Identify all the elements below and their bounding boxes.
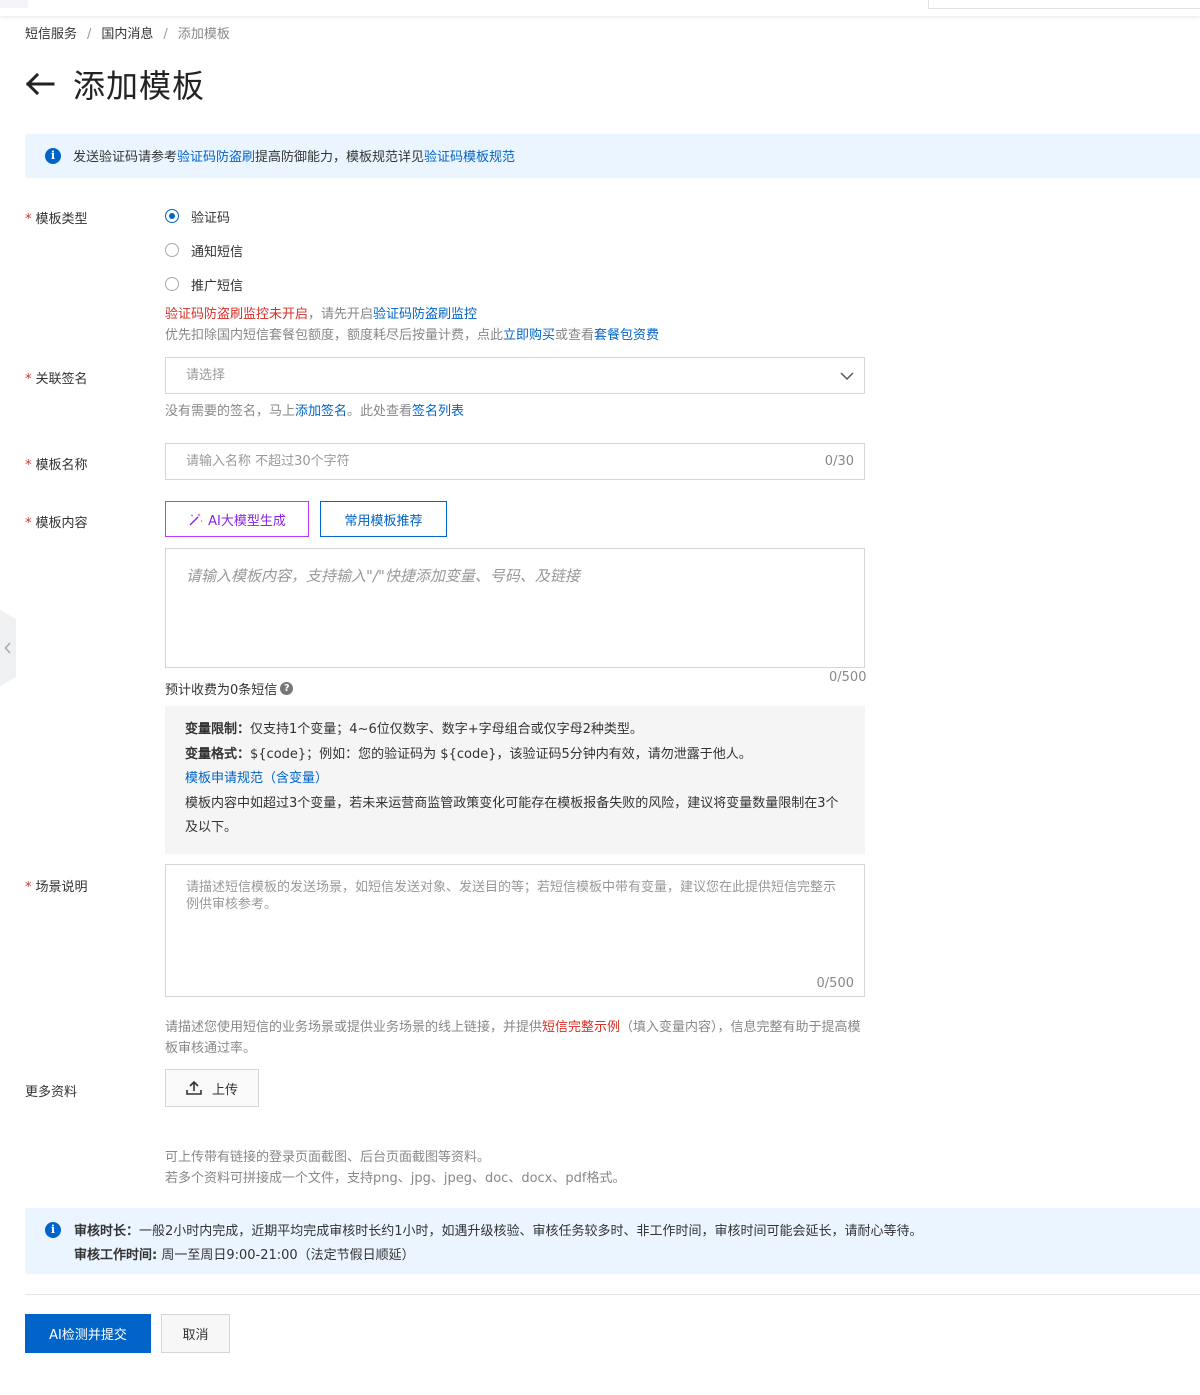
- content-char-count: 0/500: [829, 670, 867, 685]
- enable-monitor-link[interactable]: 验证码防盗刷监控: [373, 307, 477, 322]
- template-content-label: * 模板内容: [25, 516, 88, 531]
- char-count: 0/500: [816, 976, 854, 991]
- template-name-label: * 模板名称: [25, 458, 88, 473]
- select-placeholder: 请选择: [186, 368, 226, 383]
- button-label: 常用模板推荐: [344, 513, 423, 529]
- variable-rules-panel: 变量限制：仅支持1个变量；4~6位仅数字、数字+字母组合或仅字母2种类型。 变量…: [165, 706, 865, 854]
- notice-text: 发送验证码请参考: [73, 150, 178, 165]
- add-signature-link[interactable]: 添加签名: [295, 404, 347, 419]
- template-name-input[interactable]: 请输入名称 不超过30个字符 0/30: [165, 443, 865, 480]
- rule-label: 变量格式：: [185, 746, 251, 762]
- sidebar-toggle[interactable]: [0, 610, 16, 686]
- signature-help: 没有需要的签名，马上添加签名。此处查看签名列表: [165, 404, 465, 419]
- button-label: AI检测并提交: [49, 1328, 127, 1343]
- info-icon: i: [45, 148, 61, 164]
- notice-text: 提高防御能力，模板规范详见: [255, 150, 425, 165]
- rule-warning: 模板内容中如超过3个变量，若未来运营商监管政策变化可能存在模板报备失败的风险，建…: [185, 795, 839, 836]
- upload-help: 可上传带有链接的登录页面截图、后台页面截图等资料。 若多个资料可拼接成一个文件，…: [165, 1150, 626, 1186]
- template-type-help: 验证码防盗刷监控未开启，请先开启验证码防盗刷监控 优先扣除国内短信套餐包额度，额…: [165, 307, 660, 343]
- notice-label: 审核工作时间:: [74, 1248, 158, 1263]
- anti-fraud-link[interactable]: 验证码防盗刷: [177, 150, 255, 165]
- radio-checked-icon: [165, 209, 179, 223]
- question-icon[interactable]: ?: [280, 682, 294, 695]
- rule-text: ${code}；例如：您的验证码为 ${code}，该验证码5分钟内有效，请勿泄…: [250, 746, 752, 762]
- page-title: 添加模板: [73, 67, 206, 105]
- signature-label: * 关联签名: [25, 372, 88, 387]
- template-spec-link[interactable]: 验证码模板规范: [424, 150, 515, 165]
- top-navigation-bar: [0, 0, 1200, 16]
- chevron-down-icon: [840, 372, 854, 381]
- footer-divider: [25, 1294, 1200, 1295]
- top-left-block: [0, 0, 28, 8]
- page-header: 添加模板: [25, 62, 205, 106]
- notice-label: 审核时长：: [74, 1224, 140, 1239]
- upload-icon: [186, 1081, 202, 1095]
- cancel-button[interactable]: 取消: [161, 1314, 230, 1353]
- template-spec-variable-link[interactable]: 模板申请规范（含变量）: [185, 771, 328, 786]
- signature-select[interactable]: 请选择: [165, 357, 865, 394]
- radio-promotion-sms[interactable]: 推广短信: [165, 275, 244, 294]
- radio-label: 验证码: [191, 210, 231, 226]
- common-template-button[interactable]: 常用模板推荐: [320, 501, 447, 537]
- radio-notification-sms[interactable]: 通知短信: [165, 241, 244, 260]
- notice-text: 周一至周日9:00-21:00（法定节假日顺延）: [157, 1248, 415, 1263]
- template-type-label: * 模板类型: [25, 212, 88, 227]
- notice-text: 一般2小时内完成，近期平均完成审核时长约1小时，如遇升级核验、审核任务较多时、非…: [139, 1224, 923, 1239]
- scene-help: 请描述您使用短信的业务场景或提供业务场景的线上链接，并提供短信完整示例（填入变量…: [165, 1020, 861, 1056]
- upload-button[interactable]: 上传: [165, 1069, 259, 1107]
- more-info-label: 更多资料: [25, 1085, 78, 1100]
- fee-text: 预计收费为0条短信: [165, 683, 278, 698]
- ai-check-submit-button[interactable]: AI检测并提交: [25, 1314, 151, 1353]
- signature-list-link[interactable]: 签名列表: [412, 404, 464, 419]
- rule-label: 变量限制：: [185, 722, 251, 737]
- magic-wand-icon: [189, 513, 203, 526]
- input-placeholder: 请输入名称 不超过30个字符: [186, 454, 350, 469]
- radio-label: 推广短信: [191, 278, 244, 294]
- scene-textarea[interactable]: 请描述短信模板的发送场景，如短信发送对象、发送目的等；若短信模板中带有变量，建议…: [165, 864, 865, 997]
- breadcrumb-sms-service[interactable]: 短信服务: [25, 27, 77, 42]
- ai-generate-button[interactable]: AI大模型生成: [165, 501, 309, 537]
- textarea-placeholder: 请描述短信模板的发送场景，如短信发送对象、发送目的等；若短信模板中带有变量，建议…: [186, 880, 837, 912]
- breadcrumb: 短信服务 / 国内消息 / 添加模板: [25, 27, 230, 42]
- top-info-notice: i 发送验证码请参考验证码防盗刷提高防御能力，模板规范详见验证码模板规范: [25, 134, 1200, 178]
- breadcrumb-domestic-messages[interactable]: 国内消息: [101, 27, 153, 42]
- buy-now-link[interactable]: 立即购买: [503, 328, 555, 343]
- back-button[interactable]: [25, 72, 55, 96]
- radio-verification-code[interactable]: 验证码: [165, 207, 231, 226]
- radio-unchecked-icon: [165, 243, 179, 257]
- sms-example-link[interactable]: 短信完整示例: [542, 1020, 620, 1035]
- review-info-notice: i 审核时长：一般2小时内完成，近期平均完成审核时长约1小时，如遇升级核验、审核…: [25, 1208, 1200, 1274]
- breadcrumb-current: 添加模板: [177, 27, 230, 42]
- top-search-box[interactable]: [928, 0, 1200, 9]
- package-price-link[interactable]: 套餐包资费: [594, 328, 659, 343]
- button-label: AI大模型生成: [208, 513, 286, 529]
- fee-estimate: 预计收费为0条短信?: [165, 679, 294, 698]
- radio-label: 通知短信: [191, 244, 244, 260]
- button-label: 取消: [182, 1328, 209, 1343]
- textarea-placeholder: 请输入模板内容，支持输入"/"快捷添加变量、号码、及链接: [186, 567, 580, 585]
- button-label: 上传: [211, 1082, 238, 1098]
- scene-label: * 场景说明: [25, 880, 88, 895]
- radio-unchecked-icon: [165, 277, 179, 291]
- char-count: 0/30: [824, 454, 854, 469]
- rule-text: 仅支持1个变量；4~6位仅数字、数字+字母组合或仅字母2种类型。: [250, 722, 643, 737]
- monitor-warning: 验证码防盗刷监控未开启: [165, 307, 309, 322]
- info-icon: i: [45, 1222, 61, 1238]
- arrow-left-icon: [25, 72, 55, 96]
- template-content-textarea[interactable]: 请输入模板内容，支持输入"/"快捷添加变量、号码、及链接: [165, 548, 865, 668]
- chevron-left-icon: [4, 642, 11, 654]
